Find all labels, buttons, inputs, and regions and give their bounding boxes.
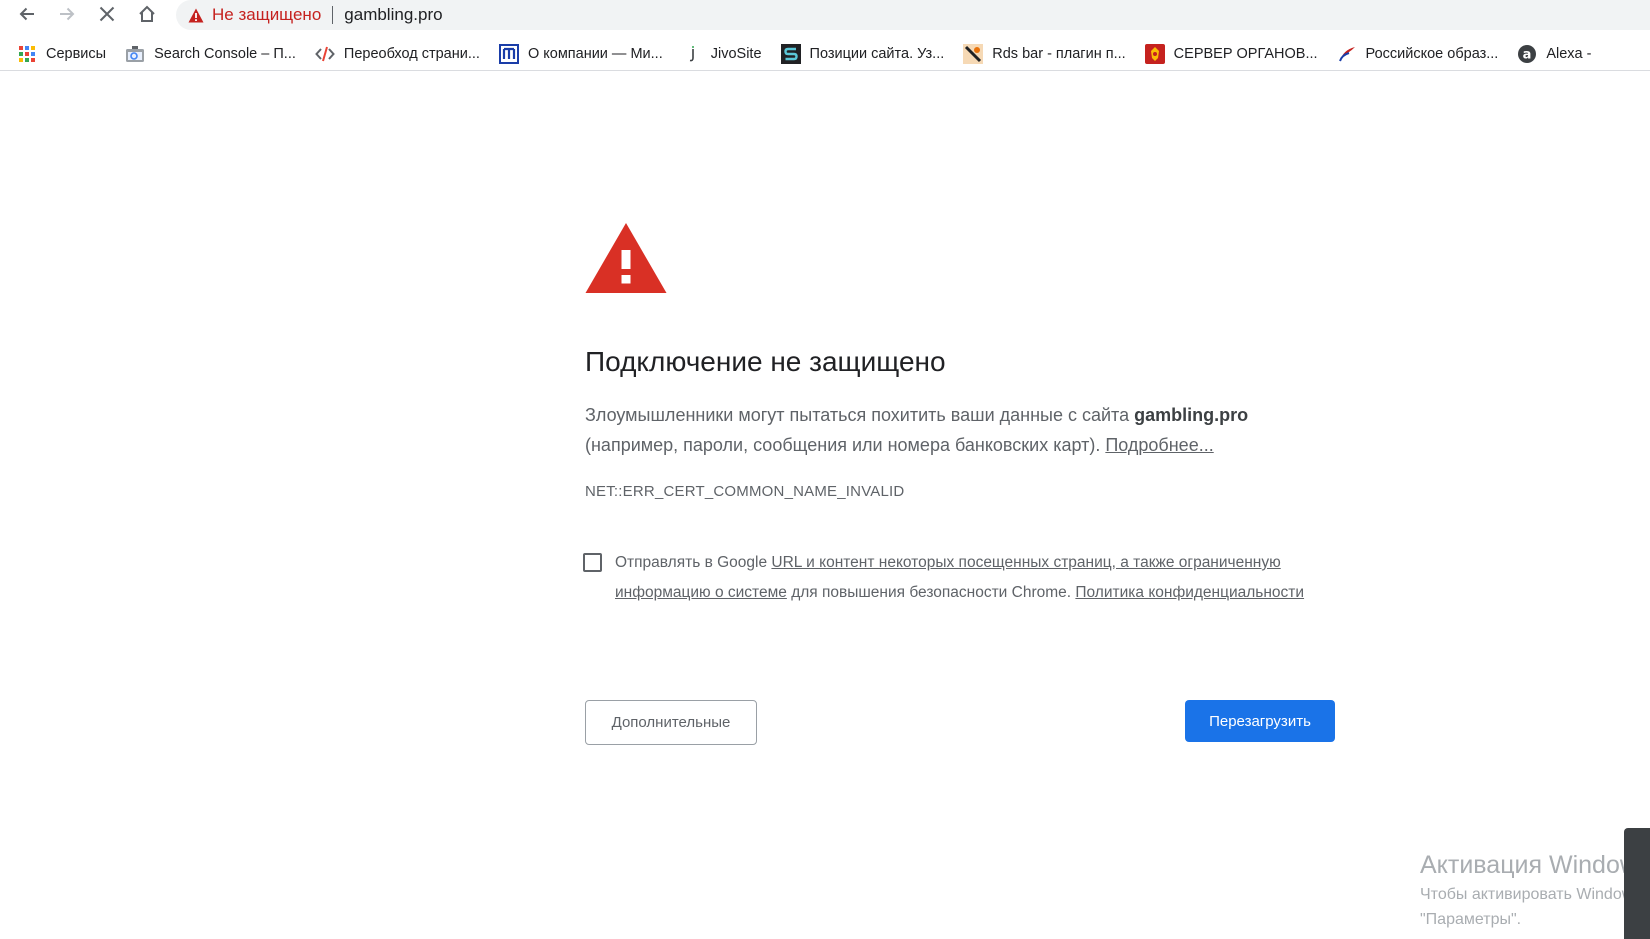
apps-grid-icon <box>17 44 37 64</box>
explanation-text-2: (например, пароли, сообщения или номера … <box>585 435 1101 455</box>
extended-reporting-checkbox[interactable] <box>583 553 602 572</box>
back-button[interactable] <box>10 0 44 28</box>
watermark-line: Чтобы активировать Windows, <box>1420 886 1646 903</box>
reload-button[interactable]: Перезагрузить <box>1185 700 1335 742</box>
bookmark-search-console[interactable]: Search Console – П... <box>125 40 304 68</box>
bookmark-label: Позиции сайта. Уз... <box>809 45 945 62</box>
arrow-right-icon <box>60 7 75 21</box>
home-button[interactable] <box>130 0 164 28</box>
stop-button[interactable] <box>90 0 124 28</box>
optin-prefix: Отправлять в Google <box>615 554 768 571</box>
forward-button[interactable] <box>50 0 84 28</box>
bookmarks-bar: Сервисы Search Console – П... Переобход … <box>0 37 1650 71</box>
svg-text:a: a <box>1523 47 1532 62</box>
extended-reporting-text: Отправлять в Google URL и контент некото… <box>615 548 1337 608</box>
bookmark-rds-bar[interactable]: Rds bar - плагин п... <box>963 40 1133 68</box>
bookmark-apps[interactable]: Сервисы <box>17 40 114 68</box>
bookmark-label: О компании — Ми... <box>527 45 663 62</box>
page-title: Подключение не защищено <box>585 346 946 377</box>
error-explanation: Злоумышленники могут пытаться похитить в… <box>585 400 1305 460</box>
bookmark-label: Переобход страни... <box>343 45 480 62</box>
m-logo-icon <box>498 43 519 64</box>
jivosite-icon <box>682 44 702 64</box>
arrow-left-icon <box>19 7 34 21</box>
privacy-policy-link[interactable]: Политика конфиденциальности <box>1075 584 1304 601</box>
bookmark-jivosite[interactable]: JivoSite <box>682 40 770 68</box>
watermark-title: Активация Windows <box>1420 851 1650 879</box>
url-text[interactable]: gambling.pro <box>344 5 442 25</box>
bookmark-recrawl[interactable]: Переобход страни... <box>315 40 488 68</box>
bookmark-site-positions[interactable]: Позиции сайта. Уз... <box>780 40 953 68</box>
corner-widget[interactable] <box>1624 828 1650 939</box>
bookmark-label: JivoSite <box>710 45 762 62</box>
warning-icon[interactable] <box>188 7 204 23</box>
rds-icon <box>963 43 984 64</box>
bookmark-government-server[interactable]: СЕРВЕР ОРГАНОВ... <box>1144 40 1326 68</box>
error-code[interactable]: NET::ERR_CERT_COMMON_NAME_INVALID <box>585 483 904 500</box>
bookmark-about-company[interactable]: О компании — Ми... <box>498 40 671 68</box>
bookmark-label: Rds bar - плагин п... <box>992 45 1126 62</box>
bookmark-label: СЕРВЕР ОРГАНОВ... <box>1173 45 1318 62</box>
bookmark-russian-education[interactable]: Российское образ... <box>1337 40 1507 68</box>
address-bar[interactable]: Не защищено gambling.pro <box>176 0 1650 30</box>
home-icon <box>139 5 155 22</box>
learn-more-link[interactable]: Подробнее... <box>1105 435 1213 455</box>
windows-activation-watermark: Активация Windows Чтобы активировать Win… <box>1420 848 1650 932</box>
separator <box>332 6 334 24</box>
bookmark-label: Search Console – П... <box>154 45 296 62</box>
flag-icon <box>1337 44 1357 64</box>
watermark-line: "Параметры". <box>1420 911 1522 928</box>
close-icon <box>99 6 115 22</box>
alexa-icon: a <box>1517 44 1537 64</box>
code-icon <box>315 44 335 64</box>
emblem-icon <box>1144 43 1165 64</box>
browser-toolbar: Не защищено gambling.pro <box>0 0 1650 30</box>
search-console-icon <box>125 44 145 64</box>
security-status[interactable]: Не защищено <box>212 5 321 25</box>
advanced-button[interactable]: Дополнительные <box>585 700 757 745</box>
explanation-text: Злоумышленники могут пытаться похитить в… <box>585 405 1130 425</box>
domain-name: gambling.pro <box>1134 405 1249 425</box>
optin-middle: для повышения безопасности Chrome. <box>791 584 1072 601</box>
bookmark-label: Сервисы <box>46 45 107 62</box>
bookmark-alexa[interactable]: a Alexa - <box>1517 40 1599 68</box>
bookmark-label: Alexa - <box>1546 45 1592 62</box>
warning-triangle-icon <box>585 223 667 293</box>
s-logo-icon <box>780 43 801 64</box>
bookmark-label: Российское образ... <box>1365 45 1499 62</box>
